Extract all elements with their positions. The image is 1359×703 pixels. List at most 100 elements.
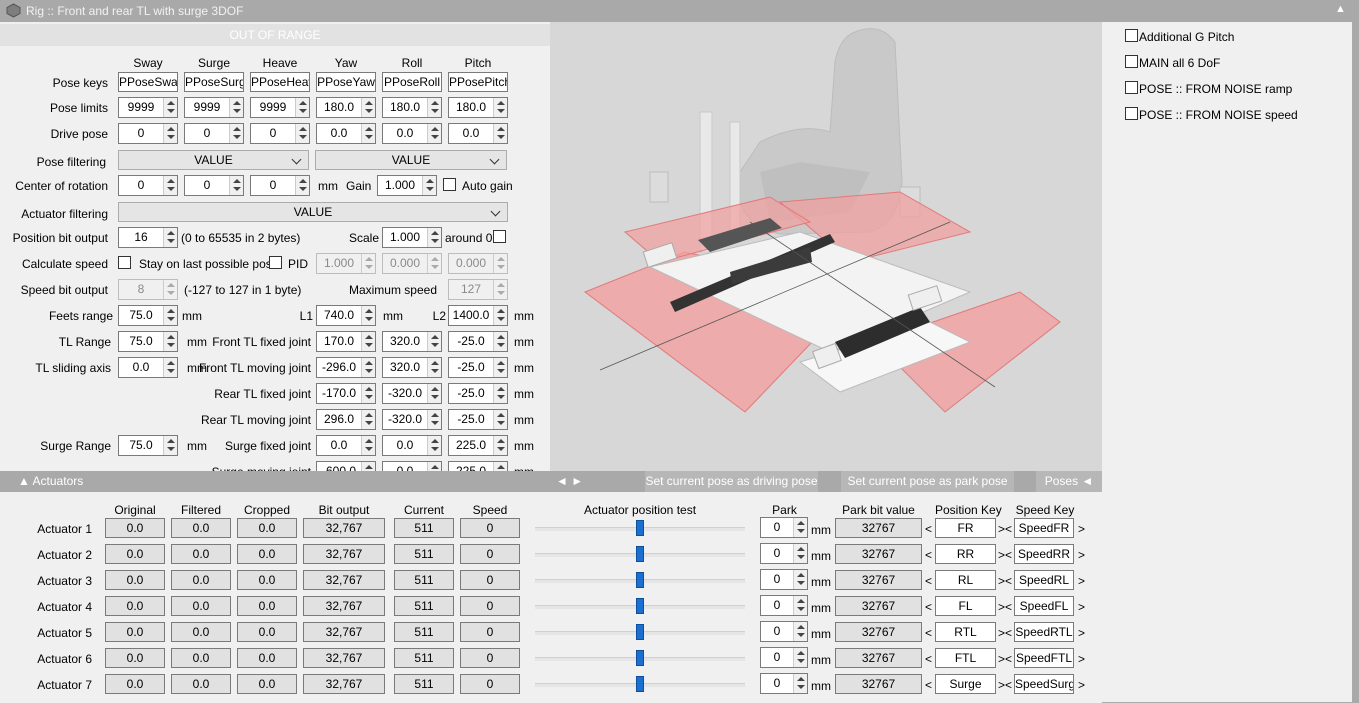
joint-stepper[interactable]: -25.0 bbox=[448, 383, 508, 404]
pose-limit-stepper[interactable]: 180.0 bbox=[316, 97, 376, 118]
position-key-input[interactable]: RR bbox=[935, 544, 996, 564]
joint-stepper[interactable]: -25.0 bbox=[448, 331, 508, 352]
speed-key-input[interactable]: SpeedFR bbox=[1014, 518, 1074, 538]
joint-stepper[interactable]: -25.0 bbox=[448, 409, 508, 430]
position-key-input[interactable]: Surge bbox=[935, 674, 996, 694]
spin-arrows-icon[interactable] bbox=[793, 518, 807, 537]
spin-arrows-icon[interactable] bbox=[361, 332, 375, 351]
joint-stepper[interactable]: -296.0 bbox=[316, 357, 376, 378]
slider-thumb[interactable] bbox=[636, 598, 644, 614]
drive-pose-stepper[interactable]: 0 bbox=[184, 123, 244, 144]
pose-key-input[interactable]: PPoseSway bbox=[118, 72, 178, 92]
spin-arrows-icon[interactable] bbox=[427, 124, 441, 143]
spin-arrows-icon[interactable] bbox=[361, 358, 375, 377]
spin-arrows-icon[interactable] bbox=[493, 410, 507, 429]
center-of-rotation-stepper[interactable]: 0 bbox=[250, 175, 310, 196]
joint-stepper[interactable]: -170.0 bbox=[316, 383, 376, 404]
set-driving-pose-button[interactable]: Set current pose as driving pose bbox=[645, 471, 818, 492]
pose-key-input[interactable]: PPosePitch bbox=[448, 72, 508, 92]
spin-arrows-icon[interactable] bbox=[493, 306, 507, 325]
pose-limit-stepper[interactable]: 9999 bbox=[250, 97, 310, 118]
spin-arrows-icon[interactable] bbox=[493, 436, 507, 455]
slider-thumb[interactable] bbox=[636, 546, 644, 562]
joint-stepper[interactable]: 320.0 bbox=[382, 331, 442, 352]
slider-thumb[interactable] bbox=[636, 650, 644, 666]
spin-arrows-icon[interactable] bbox=[229, 176, 243, 195]
speed-key-input[interactable]: SpeedRL bbox=[1014, 570, 1074, 590]
spin-arrows-icon[interactable] bbox=[793, 570, 807, 589]
spin-arrows-icon[interactable] bbox=[361, 98, 375, 117]
spin-arrows-icon[interactable] bbox=[361, 384, 375, 403]
gain-stepper[interactable]: 1.000 bbox=[377, 175, 437, 196]
spin-arrows-icon[interactable] bbox=[163, 228, 177, 247]
pose-limit-stepper[interactable]: 180.0 bbox=[448, 97, 508, 118]
park-stepper[interactable]: 0 bbox=[760, 595, 808, 616]
pose-limit-stepper[interactable]: 9999 bbox=[184, 97, 244, 118]
spin-arrows-icon[interactable] bbox=[361, 124, 375, 143]
l2-stepper[interactable]: 1400.0 bbox=[448, 305, 508, 326]
joint-stepper[interactable]: 0.0 bbox=[382, 435, 442, 456]
pid-checkbox[interactable] bbox=[269, 256, 282, 269]
pose-filtering-select[interactable]: VALUE bbox=[315, 150, 507, 170]
spin-arrows-icon[interactable] bbox=[427, 98, 441, 117]
speed-key-input[interactable]: SpeedFTL bbox=[1014, 648, 1074, 668]
option-checkbox[interactable] bbox=[1125, 29, 1138, 42]
around-zero-checkbox[interactable] bbox=[493, 230, 506, 243]
pose-key-input[interactable]: PPoseSurge bbox=[184, 72, 244, 92]
spin-arrows-icon[interactable] bbox=[163, 176, 177, 195]
center-of-rotation-stepper[interactable]: 0 bbox=[184, 175, 244, 196]
pose-filtering-select[interactable]: VALUE bbox=[118, 150, 309, 170]
park-stepper[interactable]: 0 bbox=[760, 543, 808, 564]
spin-arrows-icon[interactable] bbox=[295, 124, 309, 143]
spin-arrows-icon[interactable] bbox=[163, 98, 177, 117]
spin-arrows-icon[interactable] bbox=[793, 648, 807, 667]
l1-stepper[interactable]: 740.0 bbox=[316, 305, 376, 326]
spin-arrows-icon[interactable] bbox=[427, 384, 441, 403]
option-checkbox[interactable] bbox=[1125, 55, 1138, 68]
option-checkbox[interactable] bbox=[1125, 81, 1138, 94]
spin-arrows-icon[interactable] bbox=[793, 596, 807, 615]
drive-pose-stepper[interactable]: 0 bbox=[250, 123, 310, 144]
spin-arrows-icon[interactable] bbox=[427, 410, 441, 429]
center-of-rotation-stepper[interactable]: 0 bbox=[118, 175, 178, 196]
spin-arrows-icon[interactable] bbox=[229, 98, 243, 117]
spin-arrows-icon[interactable] bbox=[295, 176, 309, 195]
drive-pose-stepper[interactable]: 0.0 bbox=[316, 123, 376, 144]
drive-pose-stepper[interactable]: 0.0 bbox=[382, 123, 442, 144]
spin-arrows-icon[interactable] bbox=[361, 306, 375, 325]
joint-stepper[interactable]: -320.0 bbox=[382, 383, 442, 404]
speed-key-input[interactable]: SpeedFL bbox=[1014, 596, 1074, 616]
joint-stepper[interactable]: 296.0 bbox=[316, 409, 376, 430]
scale-stepper[interactable]: 1.000 bbox=[382, 227, 442, 248]
joint-stepper[interactable]: 170.0 bbox=[316, 331, 376, 352]
spin-arrows-icon[interactable] bbox=[493, 332, 507, 351]
slider-thumb[interactable] bbox=[636, 520, 644, 536]
collapse-up-icon[interactable]: ▲ bbox=[1335, 3, 1346, 15]
joint-stepper[interactable]: -320.0 bbox=[382, 409, 442, 430]
option-checkbox[interactable] bbox=[1125, 107, 1138, 120]
spin-arrows-icon[interactable] bbox=[427, 358, 441, 377]
auto-gain-checkbox[interactable] bbox=[443, 178, 456, 191]
spin-arrows-icon[interactable] bbox=[163, 124, 177, 143]
joint-stepper[interactable]: 0.0 bbox=[316, 435, 376, 456]
calculate-speed-checkbox[interactable] bbox=[118, 256, 131, 269]
rig-3d-view[interactable] bbox=[550, 22, 1102, 494]
speed-key-input[interactable]: SpeedSurge bbox=[1014, 674, 1074, 694]
joint-stepper[interactable]: 320.0 bbox=[382, 357, 442, 378]
position-key-input[interactable]: FR bbox=[935, 518, 996, 538]
park-stepper[interactable]: 0 bbox=[760, 621, 808, 642]
position-key-input[interactable]: RL bbox=[935, 570, 996, 590]
spin-arrows-icon[interactable] bbox=[493, 124, 507, 143]
slider-thumb[interactable] bbox=[636, 624, 644, 640]
park-stepper[interactable]: 0 bbox=[760, 647, 808, 668]
feets-range-stepper[interactable]: 75.0 bbox=[118, 305, 178, 326]
spin-arrows-icon[interactable] bbox=[422, 176, 436, 195]
drive-pose-stepper[interactable]: 0.0 bbox=[448, 123, 508, 144]
spin-arrows-icon[interactable] bbox=[793, 544, 807, 563]
spin-arrows-icon[interactable] bbox=[793, 674, 807, 693]
pose-limit-stepper[interactable]: 9999 bbox=[118, 97, 178, 118]
drive-pose-stepper[interactable]: 0 bbox=[118, 123, 178, 144]
spin-arrows-icon[interactable] bbox=[493, 384, 507, 403]
position-bit-output-stepper[interactable]: 16 bbox=[118, 227, 178, 248]
position-key-input[interactable]: FL bbox=[935, 596, 996, 616]
